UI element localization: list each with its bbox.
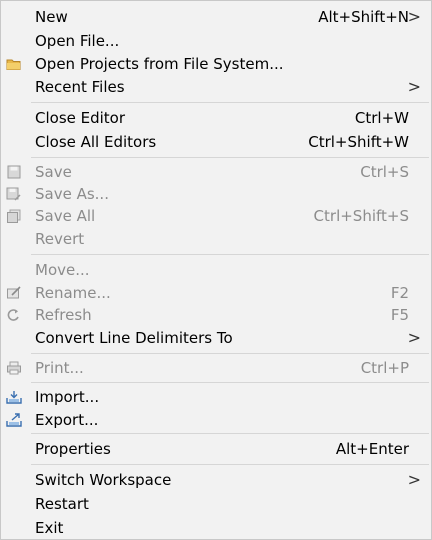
file-menu: New Alt+Shift+N > Open File... Open Proj… — [0, 0, 432, 540]
menu-item-rename[interactable]: Rename... F2 — [1, 282, 431, 304]
menu-item-label: Rename... — [35, 284, 111, 302]
menu-item-new[interactable]: New Alt+Shift+N > — [1, 6, 431, 28]
menu-separator — [31, 353, 429, 354]
menu-item-label: New — [35, 8, 68, 26]
menu-item-label: Save All — [35, 207, 96, 225]
menu-item-restart[interactable]: Restart — [1, 493, 431, 515]
menu-separator — [31, 254, 429, 255]
menu-item-label: Save As... — [35, 185, 109, 203]
menu-item-shortcut: F5 — [390, 306, 409, 324]
menu-separator — [31, 433, 429, 434]
menu-item-shortcut: Ctrl+S — [360, 163, 409, 181]
menu-item-convert-line-delimiters[interactable]: Convert Line Delimiters To > — [1, 327, 431, 349]
menu-item-shortcut: Ctrl+W — [354, 109, 409, 127]
menu-item-close-editor[interactable]: Close Editor Ctrl+W — [1, 107, 431, 129]
menu-separator — [31, 464, 429, 465]
save-all-icon — [7, 209, 21, 223]
submenu-arrow-icon: > — [407, 328, 421, 347]
submenu-arrow-icon: > — [407, 470, 421, 489]
menu-item-import[interactable]: Import... — [1, 386, 431, 408]
refresh-icon — [7, 309, 19, 321]
menu-item-label: Restart — [35, 495, 89, 513]
menu-item-open-file[interactable]: Open File... — [1, 30, 431, 52]
menu-item-shortcut: Ctrl+Shift+W — [308, 133, 409, 151]
menu-item-shortcut: F2 — [390, 284, 409, 302]
menu-item-refresh[interactable]: Refresh F5 — [1, 304, 431, 326]
folder-icon — [6, 59, 21, 70]
menu-item-label: Save — [35, 163, 72, 181]
menu-item-label: Open File... — [35, 32, 120, 50]
menu-item-move[interactable]: Move... — [1, 259, 431, 281]
menu-item-shortcut: Ctrl+Shift+S — [313, 207, 409, 225]
import-icon — [6, 391, 22, 404]
menu-item-label: Import... — [35, 388, 100, 406]
menu-item-recent-files[interactable]: Recent Files > — [1, 76, 431, 98]
menu-separator — [31, 157, 429, 158]
menu-item-shortcut: Ctrl+P — [360, 359, 409, 377]
save-icon — [7, 165, 21, 179]
menu-item-revert[interactable]: Revert — [1, 228, 431, 250]
menu-item-print[interactable]: Print... Ctrl+P — [1, 357, 431, 379]
menu-item-label: Refresh — [35, 306, 92, 324]
menu-item-label: Properties — [35, 440, 111, 458]
menu-item-label: Open Projects from File System... — [35, 55, 284, 73]
menu-item-label: Export... — [35, 411, 99, 429]
menu-item-label: Print... — [35, 359, 84, 377]
menu-item-save-all[interactable]: Save All Ctrl+Shift+S — [1, 205, 431, 227]
menu-item-open-projects[interactable]: Open Projects from File System... — [1, 53, 431, 75]
menu-item-export[interactable]: Export... — [1, 409, 431, 431]
menu-item-shortcut: Alt+Enter — [335, 440, 409, 458]
menu-item-label: Revert — [35, 230, 85, 248]
menu-separator — [31, 382, 429, 383]
menu-item-save[interactable]: Save Ctrl+S — [1, 161, 431, 183]
menu-item-label: Switch Workspace — [35, 471, 172, 489]
menu-item-shortcut: Alt+Shift+N — [318, 8, 409, 26]
menu-item-switch-workspace[interactable]: Switch Workspace > — [1, 469, 431, 491]
submenu-arrow-icon: > — [407, 77, 421, 96]
print-icon — [7, 361, 21, 375]
menu-item-label: Exit — [35, 519, 64, 537]
menu-item-save-as[interactable]: Save As... — [1, 183, 431, 205]
menu-item-exit[interactable]: Exit — [1, 517, 431, 539]
menu-item-label: Close Editor — [35, 109, 126, 127]
rename-icon — [7, 286, 21, 299]
menu-item-label: Recent Files — [35, 78, 125, 96]
menu-separator — [31, 102, 429, 103]
menu-item-label: Convert Line Delimiters To — [35, 329, 233, 347]
export-icon — [6, 413, 22, 427]
menu-item-properties[interactable]: Properties Alt+Enter — [1, 438, 431, 460]
menu-item-label: Move... — [35, 261, 90, 279]
save-as-icon — [6, 187, 21, 201]
submenu-arrow-icon: > — [407, 7, 421, 26]
menu-item-label: Close All Editors — [35, 133, 157, 151]
menu-item-close-all-editors[interactable]: Close All Editors Ctrl+Shift+W — [1, 131, 431, 153]
